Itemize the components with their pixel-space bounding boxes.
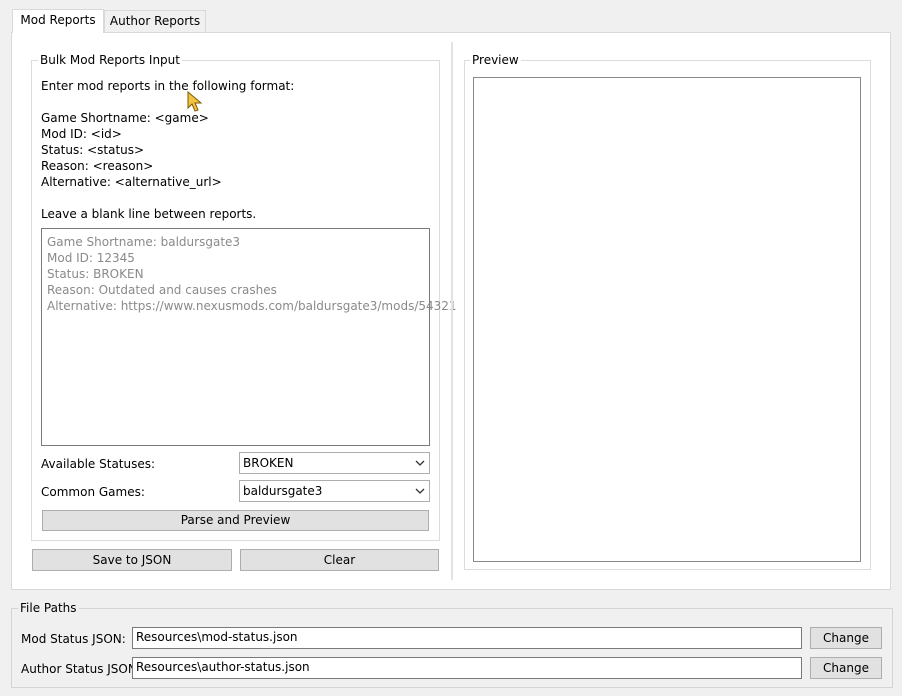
parse-preview-button[interactable]: Parse and Preview — [42, 510, 429, 531]
placeholder-line: Reason: Outdated and causes crashes — [47, 283, 277, 297]
preview-area[interactable] — [473, 77, 861, 562]
mod-status-label: Mod Status JSON: — [21, 632, 126, 646]
format-line-mod-id: Mod ID: <id> — [41, 127, 122, 141]
format-line-alternative: Alternative: <alternative_url> — [41, 175, 222, 189]
panel-separator — [451, 42, 453, 580]
chevron-down-icon — [415, 460, 425, 466]
placeholder-line: Alternative: https://www.nexusmods.com/b… — [47, 299, 457, 313]
instructions-intro: Enter mod reports in the following forma… — [41, 79, 295, 93]
bulk-input-title: Bulk Mod Reports Input — [38, 53, 182, 67]
common-games-value: baldursgate3 — [243, 484, 323, 498]
available-statuses-label: Available Statuses: — [41, 457, 156, 471]
available-statuses-select[interactable]: BROKEN — [239, 452, 430, 474]
common-games-select[interactable]: baldursgate3 — [239, 480, 430, 502]
tab-author-reports[interactable]: Author Reports — [104, 10, 206, 32]
placeholder-line: Status: BROKEN — [47, 267, 144, 281]
change-author-status-button[interactable]: Change — [810, 657, 882, 679]
tab-mod-reports[interactable]: Mod Reports — [12, 9, 104, 33]
placeholder-line: Game Shortname: baldursgate3 — [47, 235, 241, 249]
available-statuses-value: BROKEN — [243, 456, 294, 470]
mod-status-path-input[interactable]: Resources\mod-status.json — [132, 627, 802, 649]
format-line-reason: Reason: <reason> — [41, 159, 154, 173]
preview-title: Preview — [470, 53, 521, 67]
author-status-path-input[interactable]: Resources\author-status.json — [132, 657, 802, 679]
author-status-label: Author Status JSON: — [21, 662, 141, 676]
placeholder-line: Mod ID: 12345 — [47, 251, 135, 265]
blank-line-note: Leave a blank line between reports. — [41, 207, 257, 221]
chevron-down-icon — [415, 488, 425, 494]
save-json-button[interactable]: Save to JSON — [32, 549, 232, 571]
clear-button[interactable]: Clear — [240, 549, 439, 571]
format-line-game: Game Shortname: <game> — [41, 111, 209, 125]
file-paths-title: File Paths — [18, 601, 79, 615]
common-games-label: Common Games: — [41, 485, 145, 499]
mouse-cursor-icon — [187, 91, 203, 112]
format-line-status: Status: <status> — [41, 143, 145, 157]
bulk-reports-textarea[interactable]: Game Shortname: baldursgate3 Mod ID: 123… — [41, 228, 457, 446]
change-mod-status-button[interactable]: Change — [810, 627, 882, 649]
